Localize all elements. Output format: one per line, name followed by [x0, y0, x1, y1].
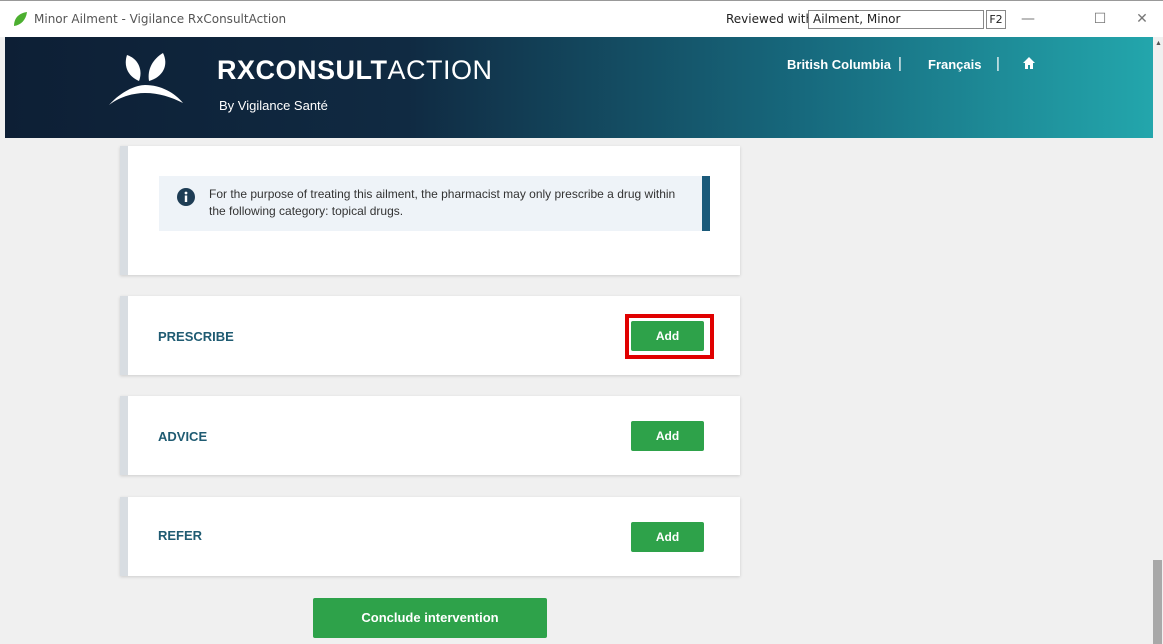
- brand-bold: RXCONSULT: [217, 55, 388, 85]
- scrollbar-track[interactable]: [1153, 37, 1163, 644]
- info-text: For the purpose of treating this ailment…: [209, 187, 676, 218]
- home-icon[interactable]: [1022, 56, 1036, 70]
- window-title: Minor Ailment - Vigilance RxConsultActio…: [34, 12, 287, 26]
- scroll-up-arrow-icon[interactable]: ▲: [1155, 40, 1162, 47]
- logo-icon: [109, 53, 183, 105]
- close-button[interactable]: ✕: [1124, 7, 1160, 31]
- brand-subtitle: By Vigilance Santé: [219, 98, 328, 113]
- info-card: For the purpose of treating this ailment…: [120, 146, 740, 275]
- prescribe-label: PRESCRIBE: [158, 329, 234, 344]
- app-header: RXCONSULTACTION By Vigilance Santé Briti…: [5, 37, 1153, 138]
- scrollbar-thumb[interactable]: [1153, 560, 1162, 644]
- nav-separator: |: [996, 55, 1000, 72]
- advice-add-button[interactable]: Add: [631, 421, 704, 451]
- minimize-button[interactable]: —: [1010, 7, 1046, 31]
- maximize-button[interactable]: ☐: [1082, 7, 1118, 31]
- brand-light: ACTION: [387, 55, 493, 85]
- highlight-box: [625, 314, 714, 359]
- info-notice: For the purpose of treating this ailment…: [159, 176, 710, 231]
- advice-card: ADVICE Add: [120, 396, 740, 475]
- window-titlebar: Minor Ailment - Vigilance RxConsultActio…: [0, 0, 1163, 37]
- nav-language-link[interactable]: Français: [928, 57, 981, 72]
- info-icon: [177, 188, 195, 206]
- nav-province-link[interactable]: British Columbia: [787, 57, 891, 72]
- refer-card: REFER Add: [120, 497, 740, 576]
- advice-label: ADVICE: [158, 429, 208, 444]
- reviewed-with-label: Reviewed with: [726, 12, 814, 26]
- leaf-icon: [14, 12, 27, 26]
- brand-name: RXCONSULTACTION: [217, 55, 493, 86]
- nav-separator: |: [898, 55, 902, 72]
- f2-button[interactable]: F2: [986, 10, 1006, 29]
- reviewed-with-input[interactable]: Ailment, Minor: [808, 10, 984, 29]
- refer-add-button[interactable]: Add: [631, 522, 704, 552]
- conclude-intervention-button[interactable]: Conclude intervention: [313, 598, 547, 638]
- refer-label: REFER: [158, 528, 203, 543]
